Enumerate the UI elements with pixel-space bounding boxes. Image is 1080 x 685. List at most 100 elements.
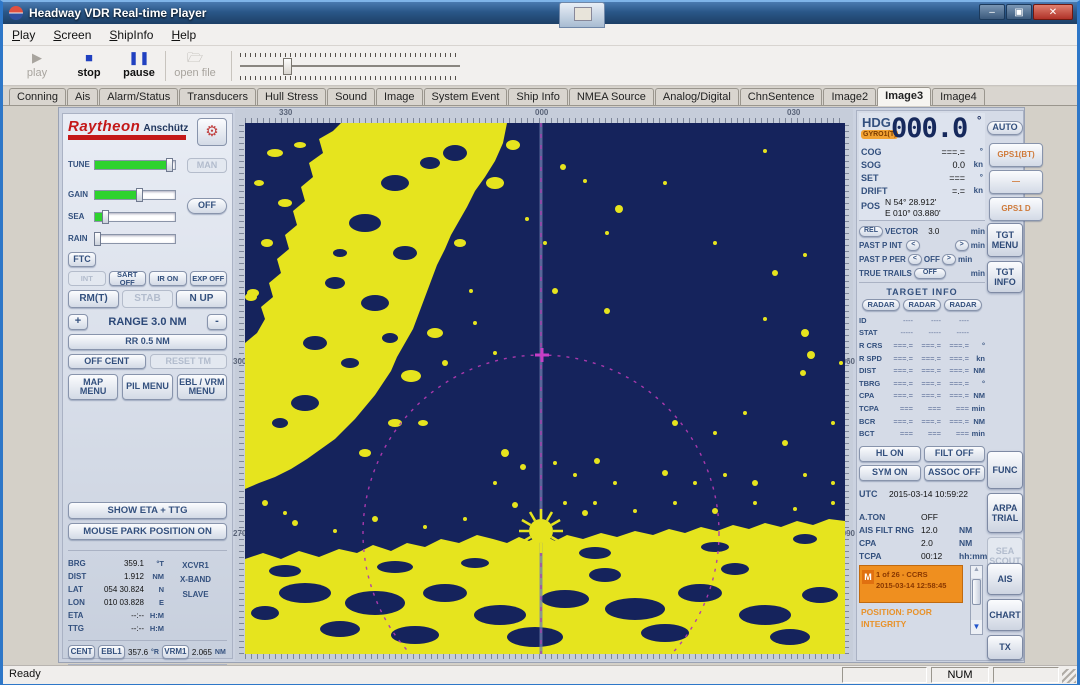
past-per-next-button[interactable]: > [942,254,956,265]
tab-image[interactable]: Image [376,88,423,105]
off-button[interactable]: OFF [187,198,227,214]
tgt-menu-button[interactable]: TGT MENU [987,223,1023,257]
alert-message[interactable]: M 1 of 26 - CCRS 2015-03-14 12:58:45 [859,565,963,603]
ebl1-button[interactable]: EBL1 [98,645,125,659]
tab-analog-digital[interactable]: Analog/Digital [655,88,739,105]
sart-off-button[interactable]: SART OFF [109,271,147,286]
mouse-park-button[interactable]: MOUSE PARK POSITION ON [68,523,227,540]
vrm1-button[interactable]: VRM1 [162,645,189,659]
auto-button[interactable]: AUTO [987,121,1023,135]
tgt-info-button[interactable]: TGT INFO [987,261,1023,293]
target-row-bcr: BCR===.====.====.=NM [859,415,985,428]
slider-track[interactable] [94,212,176,222]
past-per-prev-button[interactable]: < [908,254,922,265]
tab-ais[interactable]: Ais [67,88,98,105]
radar-ppi-display[interactable] [245,123,845,654]
cursor-unit: H:M [144,624,164,633]
rm(t)-button[interactable]: RM(T) [68,290,119,308]
exp-off-button[interactable]: EXP OFF [190,271,228,286]
reset-tm-button[interactable]: RESET TM [150,354,228,369]
bearing-label: 330 [279,108,292,117]
slider-track[interactable] [94,234,176,244]
past-int-next-button[interactable]: > [955,240,969,251]
tab-sound[interactable]: Sound [327,88,375,105]
tab-nmea-source[interactable]: NMEA Source [569,88,654,105]
slider-track[interactable] [94,190,176,200]
radar-target-button[interactable]: RADAR [862,299,900,311]
slider-thumb[interactable] [283,58,292,75]
show-eta-button[interactable]: SHOW ETA + TTG [68,502,227,519]
tab-alarm-status[interactable]: Alarm/Status [99,88,178,105]
tab-conning[interactable]: Conning [9,88,66,105]
tab-image4[interactable]: Image4 [932,88,985,105]
tab-transducers[interactable]: Transducers [179,88,256,105]
off-center-button[interactable]: OFF CENT [68,354,146,369]
tab-image2[interactable]: Image2 [823,88,876,105]
alert-scrollbar[interactable]: ▲ ▼ [970,565,983,635]
ftc-button[interactable]: FTC [68,252,96,267]
close-button[interactable]: ✕ [1033,4,1073,20]
ais-button[interactable]: AIS [987,563,1023,595]
title-bar[interactable]: Headway VDR Real-time Player – ▣ ✕ [3,2,1077,24]
pil-menu-button[interactable]: PIL MENU [122,374,172,400]
pause-button[interactable]: ❚❚pause [113,49,165,83]
playback-slider[interactable] [240,51,460,81]
ir-on-button[interactable]: IR ON [149,271,187,286]
trails-unit: min [971,269,985,278]
scroll-down-icon[interactable]: ▼ [971,620,982,634]
past-int-prev-button[interactable]: < [906,240,920,251]
func-button[interactable]: FUNC [987,451,1023,489]
radar-logo-icon[interactable]: ⚙ [197,118,227,146]
sym-on-button[interactable]: SYM ON [859,465,921,481]
hl-on-button[interactable]: HL ON [859,446,921,462]
gps1-bt-button[interactable]: GPS1(BT) [989,143,1043,167]
cent-button[interactable]: CENT [68,645,95,659]
scroll-thumb[interactable] [972,579,981,605]
rel-vector-button[interactable]: REL [859,226,883,237]
slider-sea: SEA [68,210,176,223]
radar-target-button[interactable]: RADAR [903,299,941,311]
tab-hull-stress[interactable]: Hull Stress [257,88,326,105]
slider-thumb[interactable] [94,232,101,246]
ebl-vrm-menu-button[interactable]: EBL / VRM MENU [177,374,227,400]
set-drift-source-button[interactable]: — [989,170,1043,194]
play-button[interactable]: ▶play [11,49,63,83]
resize-grip[interactable] [1062,669,1076,683]
menu-help[interactable]: Help [162,25,205,45]
n-up-button[interactable]: N UP [176,290,227,308]
range-decrease-button[interactable]: - [207,314,227,330]
menu-shipinfo[interactable]: ShipInfo [100,25,162,45]
slider-track[interactable] [240,65,460,67]
menu-play[interactable]: Play [3,25,44,45]
filt-off-button[interactable]: FILT OFF [924,446,986,462]
minimize-button[interactable]: – [979,4,1005,20]
tab-system-event[interactable]: System Event [424,88,508,105]
arpa-trial-button[interactable]: ARPA TRIAL [987,493,1023,533]
trails-off-button[interactable]: OFF [914,268,946,279]
cursor-row-lat: LAT054 30.824N [68,583,164,596]
assoc-off-button[interactable]: ASSOC OFF [924,465,986,481]
stab-button[interactable]: STAB [122,290,173,308]
tab-chnsentence[interactable]: ChnSentence [740,88,823,105]
menu-screen[interactable]: Screen [44,25,100,45]
open-file-button[interactable]: 🗁open file [169,49,221,83]
slider-thumb[interactable] [166,158,173,172]
slider-thumb[interactable] [136,188,143,202]
int-button[interactable]: INT [68,271,106,286]
slider-track[interactable] [94,160,176,170]
maximize-button[interactable]: ▣ [1006,4,1032,20]
gps1-d-button[interactable]: GPS1 D [989,197,1043,221]
range-increase-button[interactable]: + [68,314,88,330]
tx-button[interactable]: TX [987,635,1023,660]
map-menu-button[interactable]: MAP MENU [68,374,118,400]
target-value: ===.= [941,352,969,365]
stop-button[interactable]: ■stop [63,49,115,83]
man-button[interactable]: MAN [187,158,227,173]
range-rings-button[interactable]: RR 0.5 NM [68,334,227,350]
slider-thumb[interactable] [102,210,109,224]
tab-ship-info[interactable]: Ship Info [508,88,567,105]
tab-image3[interactable]: Image3 [877,87,931,106]
chart-button[interactable]: CHART [987,599,1023,631]
scroll-up-icon[interactable]: ▲ [971,566,982,578]
radar-target-button[interactable]: RADAR [944,299,982,311]
